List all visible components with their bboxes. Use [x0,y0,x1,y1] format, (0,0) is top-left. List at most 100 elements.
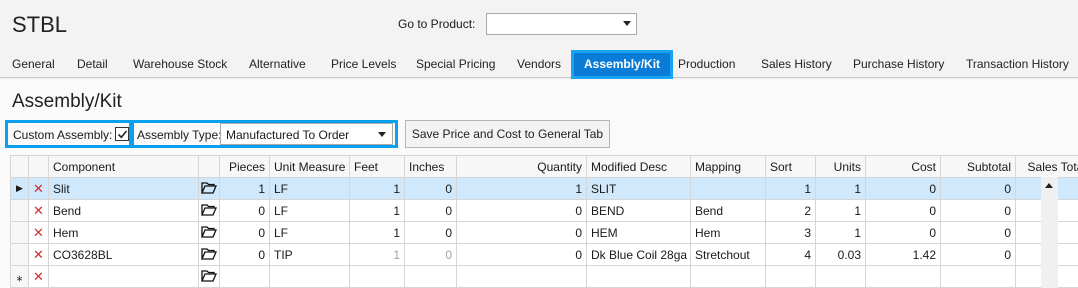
tab-general[interactable]: General [12,57,55,71]
cell-units[interactable] [815,265,866,288]
open-folder-icon[interactable] [198,177,220,200]
delete-row-icon[interactable]: ✕ [28,199,49,222]
cell-cost[interactable]: 0 [865,199,941,222]
cell-inches[interactable]: 0 [404,199,457,222]
cell-component[interactable]: CO3628BL [48,243,199,266]
cell-feet[interactable] [349,265,405,288]
cell-pieces[interactable] [219,265,270,288]
tab-purchase-history[interactable]: Purchase History [853,57,944,71]
delete-row-icon[interactable]: ✕ [28,265,49,288]
cell-modified-desc[interactable]: SLIT [586,177,691,200]
tab-detail[interactable]: Detail [77,57,108,71]
cell-pieces[interactable]: 0 [219,243,270,266]
cell-component[interactable]: Hem [48,221,199,244]
table-row[interactable]: ▶ ✕ Slit 1 LF 1 0 1 SLIT 1 1 0 0 0 [10,177,1078,200]
tab-price-levels[interactable]: Price Levels [331,57,396,71]
new-row[interactable]: ⁎ ✕ [10,265,1078,288]
table-row[interactable]: ✕ Hem 0 LF 1 0 0 HEM Hem 3 1 0 0 0 [10,221,1078,244]
header-unit-measure[interactable]: Unit Measure [269,155,350,178]
cell-quantity[interactable]: 1 [456,177,587,200]
vertical-scrollbar[interactable] [1041,177,1058,288]
tab-transaction-history[interactable]: Transaction History [966,57,1069,71]
cell-feet[interactable]: 1 [349,221,405,244]
cell-inches[interactable] [404,265,457,288]
tab-alternative[interactable]: Alternative [249,57,306,71]
cell-quantity[interactable]: 0 [456,221,587,244]
table-row[interactable]: ✕ Bend 0 LF 1 0 0 BEND Bend 2 1 0 0 0 [10,199,1078,222]
cell-sort[interactable] [765,265,816,288]
header-modified-desc[interactable]: Modified Desc [586,155,691,178]
cell-sort[interactable]: 4 [765,243,816,266]
cell-cost[interactable]: 0 [865,177,941,200]
open-folder-icon[interactable] [198,221,220,244]
cell-sort[interactable]: 3 [765,221,816,244]
cell-unit-measure[interactable]: LF [269,199,350,222]
cell-mapping[interactable] [690,177,766,200]
header-sort[interactable]: Sort [765,155,816,178]
save-price-cost-button[interactable]: Save Price and Cost to General Tab [405,120,610,148]
tab-sales-history[interactable]: Sales History [761,57,832,71]
header-pieces[interactable]: Pieces [219,155,270,178]
header-subtotal[interactable]: Subtotal [940,155,1016,178]
header-quantity[interactable]: Quantity [456,155,587,178]
cell-cost[interactable]: 1.42 [865,243,941,266]
cell-unit-measure[interactable]: TIP [269,243,350,266]
scroll-up-arrow-icon[interactable] [1045,183,1053,188]
header-inches[interactable]: Inches [404,155,457,178]
cell-inches[interactable]: 0 [404,177,457,200]
cell-cost[interactable] [865,265,941,288]
cell-component[interactable] [48,265,199,288]
cell-sort[interactable]: 2 [765,199,816,222]
cell-sort[interactable]: 1 [765,177,816,200]
cell-modified-desc[interactable]: HEM [586,221,691,244]
cell-feet[interactable]: 1 [349,177,405,200]
cell-component[interactable]: Bend [48,199,199,222]
table-row[interactable]: ✕ CO3628BL 0 TIP 1 0 0 Dk Blue Coil 28ga… [10,243,1078,266]
delete-row-icon[interactable]: ✕ [28,221,49,244]
delete-row-icon[interactable]: ✕ [28,243,49,266]
cell-mapping[interactable]: Bend [690,199,766,222]
custom-assembly-checkbox[interactable] [115,127,129,141]
header-component[interactable]: Component [48,155,199,178]
cell-quantity[interactable]: 0 [456,243,587,266]
cell-feet[interactable]: 1 [349,199,405,222]
open-folder-icon[interactable] [198,199,220,222]
open-folder-icon[interactable] [198,265,220,288]
header-sales-total[interactable]: Sales Total [1015,155,1078,178]
cell-pieces[interactable]: 0 [219,221,270,244]
cell-inches[interactable]: 0 [404,221,457,244]
tab-warehouse-stock[interactable]: Warehouse Stock [133,57,227,71]
tab-vendors[interactable]: Vendors [517,57,561,71]
tab-special-pricing[interactable]: Special Pricing [416,57,495,71]
cell-mapping[interactable]: Stretchout [690,243,766,266]
goto-product-select[interactable] [486,13,637,35]
cell-unit-measure[interactable]: LF [269,221,350,244]
cell-component[interactable]: Slit [48,177,199,200]
cell-modified-desc[interactable]: Dk Blue Coil 28ga [586,243,691,266]
cell-unit-measure[interactable]: LF [269,177,350,200]
cell-quantity[interactable]: 0 [456,199,587,222]
cell-mapping[interactable] [690,265,766,288]
cell-cost[interactable]: 0 [865,221,941,244]
open-folder-icon[interactable] [198,243,220,266]
tab-production[interactable]: Production [678,57,735,71]
chevron-down-icon [378,132,386,137]
header-mapping[interactable]: Mapping [690,155,766,178]
cell-pieces[interactable]: 1 [219,177,270,200]
cell-mapping[interactable]: Hem [690,221,766,244]
cell-units[interactable]: 1 [815,199,866,222]
header-feet[interactable]: Feet [349,155,405,178]
cell-units[interactable]: 1 [815,177,866,200]
cell-quantity[interactable] [456,265,587,288]
header-units[interactable]: Units [815,155,866,178]
header-cost[interactable]: Cost [865,155,941,178]
assembly-type-select[interactable]: Manufactured To Order [220,123,393,145]
cell-pieces[interactable]: 0 [219,199,270,222]
cell-modified-desc[interactable] [586,265,691,288]
cell-units[interactable]: 1 [815,221,866,244]
cell-unit-measure[interactable] [269,265,350,288]
delete-row-icon[interactable]: ✕ [28,177,49,200]
cell-modified-desc[interactable]: BEND [586,199,691,222]
cell-units[interactable]: 0.03 [815,243,866,266]
tab-assembly-kit[interactable]: Assembly/Kit [571,50,674,79]
